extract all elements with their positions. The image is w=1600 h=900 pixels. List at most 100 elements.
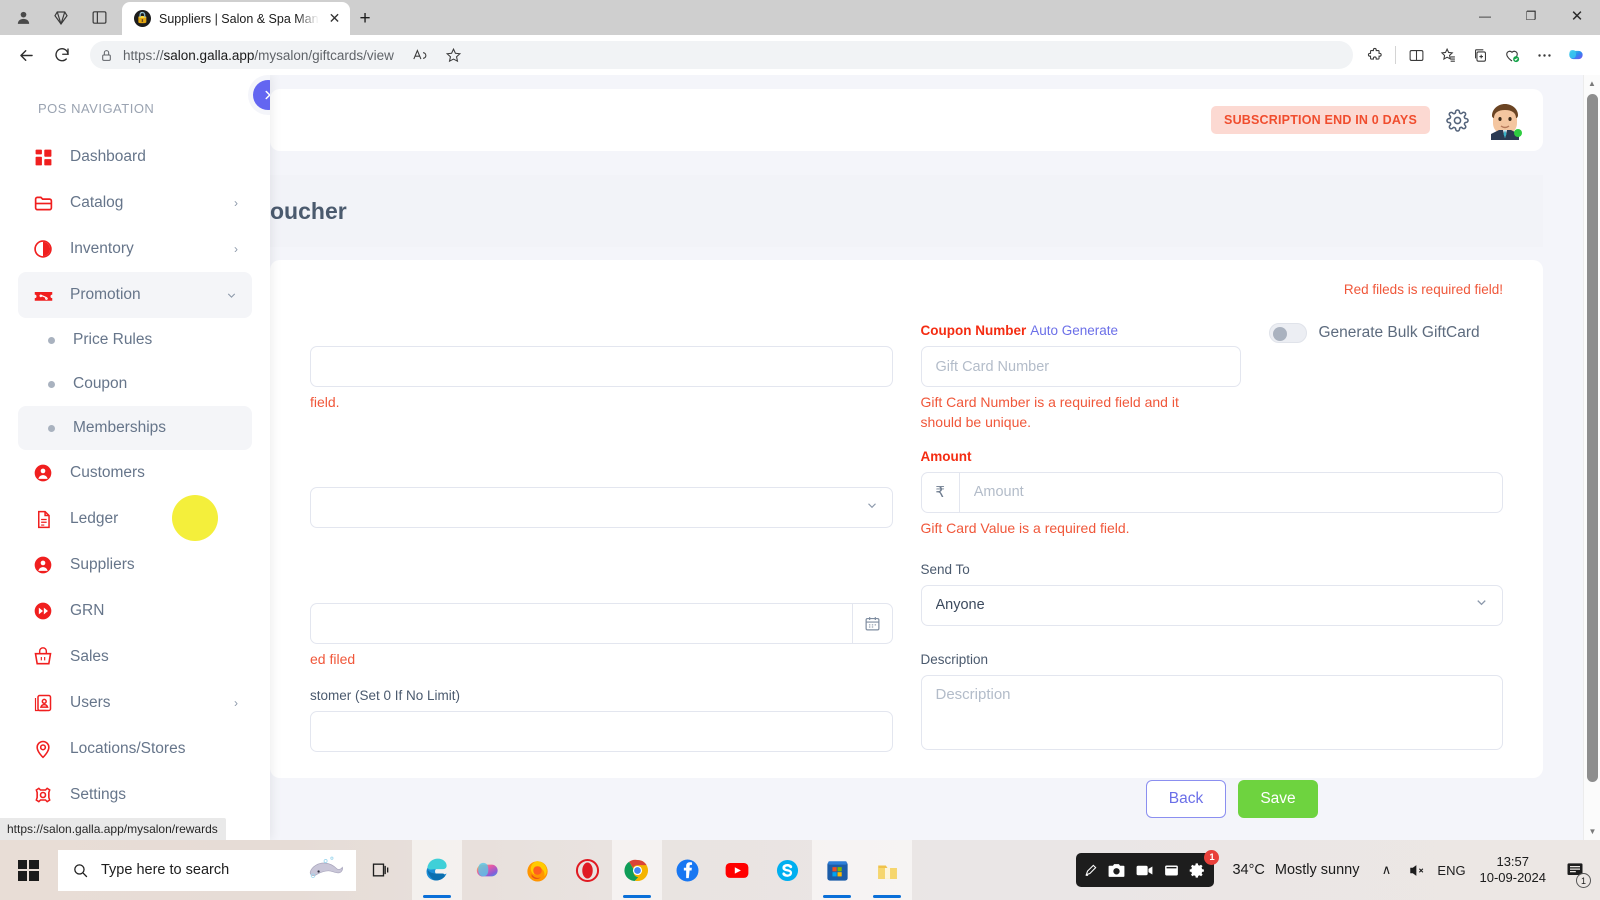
start-button[interactable] — [4, 849, 52, 891]
sidebar-item-promotion[interactable]: Promotion — [18, 272, 252, 318]
chrome-icon[interactable] — [612, 840, 662, 900]
auto-generate-link[interactable]: Auto Generate — [1030, 323, 1118, 338]
sidebar-item-price-rules[interactable]: Price Rules — [18, 318, 252, 362]
copilot-icon[interactable] — [1560, 41, 1592, 69]
amount-input-group[interactable]: ₹ — [920, 471, 1503, 513]
extensions-icon[interactable] — [1359, 41, 1391, 69]
system-tray: 1 34°C Mostly sunny ∧ ENG 13:57 10-09-20… — [1076, 840, 1600, 900]
sidebar-item-locations-stores[interactable]: Locations/Stores — [18, 726, 252, 772]
bullet-dot-icon — [48, 424, 55, 432]
workspaces-icon[interactable] — [44, 3, 78, 33]
new-tab-button[interactable]: + — [350, 2, 380, 35]
read-aloud-icon[interactable] — [404, 41, 436, 69]
address-bar[interactable]: https://salon.galla.app/mysalon/giftcard… — [90, 41, 1353, 69]
favorite-star-icon[interactable] — [438, 41, 470, 69]
tray-expand-chevron-icon[interactable]: ∧ — [1374, 850, 1400, 890]
taskbar-search[interactable]: Type here to search — [58, 849, 356, 891]
window-capture-icon[interactable] — [1163, 862, 1180, 879]
collections-star-icon[interactable] — [1432, 41, 1464, 69]
send-to-select[interactable] — [920, 584, 1503, 626]
recorder-gear-icon[interactable] — [1189, 862, 1206, 879]
youtube-icon[interactable] — [712, 840, 762, 900]
firefox-icon[interactable] — [512, 840, 562, 900]
microsoft-store-icon[interactable] — [812, 840, 862, 900]
browser-tab[interactable]: 🔒 Suppliers | Salon & Spa Managem ✕ — [122, 2, 350, 35]
close-window-icon[interactable]: ✕ — [1554, 0, 1600, 32]
minimize-icon[interactable]: — — [1462, 0, 1508, 32]
save-button[interactable]: Save — [1238, 780, 1318, 818]
scroll-up-arrow-icon[interactable]: ▲ — [1584, 75, 1600, 92]
screenshot-pen-icon[interactable] — [1084, 863, 1098, 877]
task-view-icon[interactable] — [356, 840, 406, 900]
sidebar-item-catalog[interactable]: Catalog › — [18, 180, 252, 226]
video-camera-icon[interactable] — [1135, 861, 1154, 880]
scrollbar-thumb[interactable] — [1587, 94, 1598, 782]
sidebar-item-memberships[interactable]: Memberships — [18, 406, 252, 450]
profile-icon[interactable] — [6, 3, 40, 33]
screen-recorder-toolbar[interactable]: 1 — [1076, 850, 1220, 887]
notification-center-button[interactable]: 1 — [1558, 850, 1592, 890]
language-indicator[interactable]: ENG — [1434, 850, 1470, 890]
copilot-icon[interactable] — [462, 840, 512, 900]
sidebar-item-label: Catalog — [70, 194, 124, 211]
lock-icon — [102, 49, 111, 61]
edge-icon[interactable] — [412, 840, 462, 900]
send-to-label: Send To — [920, 561, 970, 577]
add-to-collection-icon[interactable] — [1464, 41, 1496, 69]
folder-app-icon[interactable] — [862, 840, 912, 900]
opera-icon[interactable] — [562, 840, 612, 900]
chevron-down-icon — [225, 289, 238, 302]
reload-icon[interactable] — [44, 39, 80, 71]
windows-taskbar: Type here to search 1 34°C Mostly sunny … — [0, 840, 1600, 900]
left-field-1-input[interactable] — [310, 346, 893, 387]
sidebar-item-users[interactable]: Users › — [18, 680, 252, 726]
sidebar-item-sales[interactable]: Sales — [18, 634, 252, 680]
back-button[interactable]: Back — [1146, 780, 1226, 818]
left-limit-label: stomer (Set 0 If No Limit) — [310, 687, 461, 703]
skype-icon[interactable] — [762, 840, 812, 900]
grn-forward-icon — [32, 600, 54, 622]
sidebar-item-dashboard[interactable]: Dashboard — [18, 134, 252, 180]
coupon-and-toggle-row: Coupon Number Auto Generate Gift Card Num… — [920, 323, 1504, 433]
maximize-icon[interactable]: ❐ — [1508, 0, 1554, 32]
sidebar-item-grn[interactable]: GRN — [18, 588, 252, 634]
amount-input[interactable] — [958, 471, 1503, 513]
form-right-column: Coupon Number Auto Generate Gift Card Num… — [920, 323, 1504, 773]
scroll-down-arrow-icon[interactable]: ▼ — [1584, 823, 1600, 840]
generate-bulk-toggle[interactable] — [1268, 323, 1307, 343]
bulk-giftcard-toggle-row[interactable]: Generate Bulk GiftCard — [1268, 323, 1504, 343]
left-select-input[interactable] — [310, 487, 893, 529]
taskbar-clock[interactable]: 13:57 10-09-2024 — [1480, 854, 1547, 887]
description-textarea[interactable] — [920, 674, 1503, 750]
calendar-icon[interactable] — [851, 603, 893, 645]
promotion-tag-icon — [32, 284, 54, 306]
left-select-wrap[interactable] — [310, 487, 893, 529]
sidebar-item-coupon[interactable]: Coupon — [18, 362, 252, 406]
sidebar-item-label: Users — [70, 694, 111, 711]
tab-actions-icon[interactable] — [82, 3, 116, 33]
left-limit-input[interactable] — [310, 710, 893, 752]
coupon-number-input[interactable] — [920, 346, 1241, 387]
gear-icon[interactable] — [1446, 108, 1469, 132]
send-to-select-wrap[interactable] — [920, 584, 1503, 626]
required-fields-note: Red fileds is required field! — [1343, 282, 1503, 297]
avatar[interactable] — [1485, 100, 1525, 140]
facebook-icon[interactable] — [662, 840, 712, 900]
mute-volume-icon[interactable] — [1404, 850, 1430, 890]
close-icon[interactable]: ✕ — [327, 10, 342, 27]
camera-icon[interactable] — [1107, 861, 1126, 880]
left-limit-field: stomer (Set 0 If No Limit) — [310, 688, 893, 752]
sidebar-item-suppliers[interactable]: Suppliers — [18, 542, 252, 588]
back-arrow-icon[interactable] — [8, 39, 44, 71]
page-scrollbar[interactable]: ▲ ▼ — [1583, 75, 1600, 840]
date-input[interactable] — [310, 603, 852, 645]
weather-widget[interactable]: 34°C Mostly sunny — [1232, 862, 1359, 878]
split-screen-icon[interactable] — [1400, 41, 1432, 69]
settings-more-icon[interactable] — [1528, 41, 1560, 69]
sidebar-item-inventory[interactable]: Inventory › — [18, 226, 252, 272]
sidebar-item-customers[interactable]: Customers — [18, 450, 252, 496]
date-input-group[interactable] — [310, 603, 893, 645]
sidebar-item-settings[interactable]: Settings — [18, 772, 252, 818]
windows-start-icon — [17, 859, 39, 881]
browser-essentials-icon[interactable] — [1496, 41, 1528, 69]
